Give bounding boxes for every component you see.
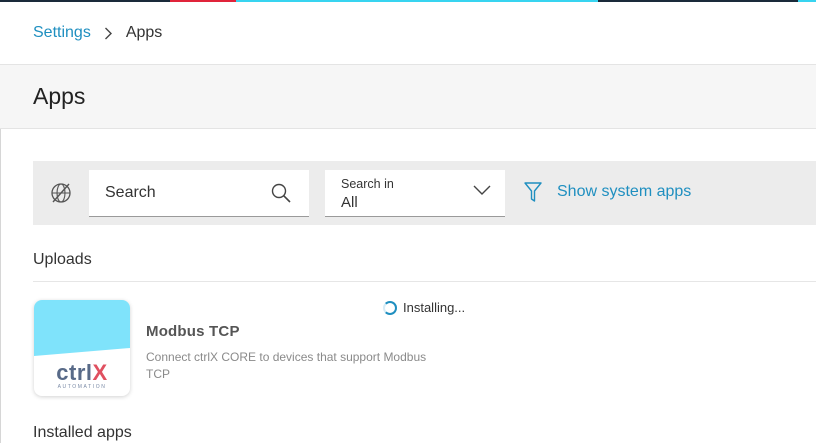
- globe-off-icon[interactable]: [49, 181, 73, 205]
- breadcrumb-settings-link[interactable]: Settings: [33, 24, 91, 42]
- show-system-apps-toggle[interactable]: Show system apps: [523, 181, 691, 203]
- uploads-heading: Uploads: [33, 251, 92, 268]
- install-status-text: Installing...: [403, 300, 466, 315]
- app-description: Connect ctrlX CORE to devices that suppo…: [146, 350, 427, 381]
- show-system-apps-label: Show system apps: [557, 183, 692, 200]
- filter-icon: [524, 182, 542, 202]
- ctrlx-logo: ctrlX AUTOMATION: [34, 300, 130, 396]
- content-left-border: [0, 129, 1, 443]
- page-header: Apps: [0, 64, 816, 129]
- top-accent-bar: [0, 0, 816, 2]
- breadcrumb: Settings Apps: [33, 22, 162, 44]
- upload-app-card[interactable]: ctrlX AUTOMATION Installing... Modbus TC…: [33, 299, 483, 399]
- search-in-label: Search in: [341, 177, 394, 191]
- breadcrumb-current: Apps: [125, 24, 163, 41]
- search-placeholder: Search: [105, 184, 156, 201]
- page-title: Apps: [33, 83, 86, 109]
- installed-apps-heading: Installed apps: [33, 424, 132, 441]
- filter-toolbar: Search Search in All Show system apps: [33, 161, 816, 225]
- uploads-divider: [33, 281, 816, 282]
- install-status: Installing...: [383, 300, 465, 315]
- search-in-select[interactable]: Search in All: [325, 170, 505, 217]
- chevron-down-icon: [473, 183, 491, 197]
- loading-spinner-icon: [383, 300, 397, 315]
- chevron-right-icon: [104, 27, 113, 40]
- search-icon[interactable]: [269, 181, 293, 205]
- search-input[interactable]: Search: [89, 170, 309, 217]
- app-name: Modbus TCP: [146, 323, 240, 340]
- search-in-value: All: [341, 194, 358, 211]
